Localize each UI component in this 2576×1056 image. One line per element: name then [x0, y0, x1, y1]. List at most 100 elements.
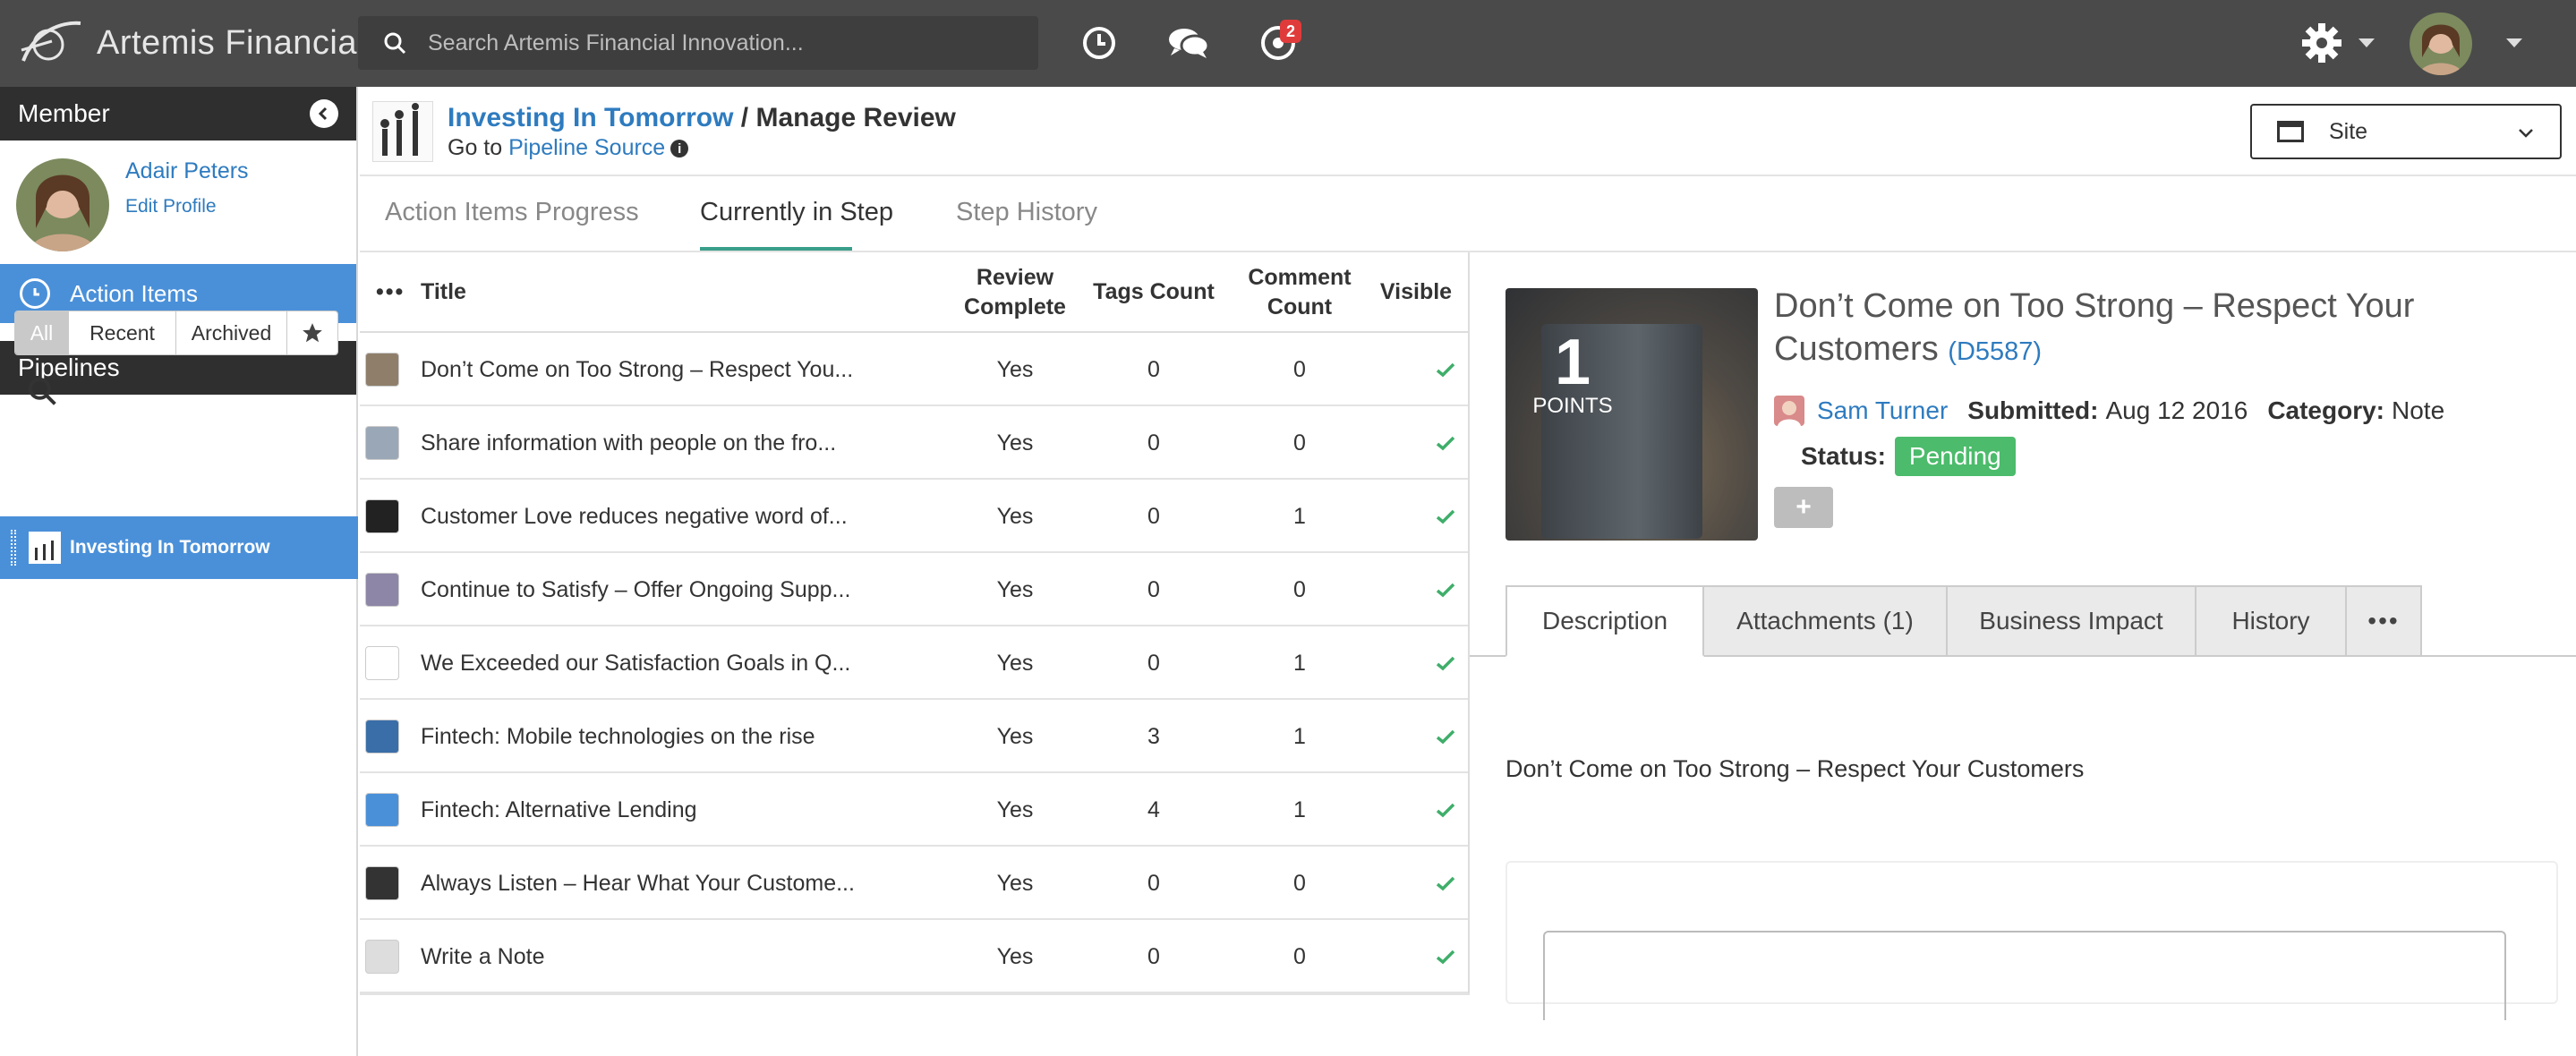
table-row[interactable]: Fintech: Mobile technologies on the rise… — [360, 700, 1470, 773]
row-tags-count: 3 — [1147, 723, 1160, 749]
row-title[interactable]: We Exceeded our Satisfaction Goals in Q.… — [421, 626, 850, 700]
tab-attachments[interactable]: Attachments (1) — [1704, 585, 1948, 657]
top-bar: Artemis Financial 2 — [0, 0, 2576, 87]
row-title[interactable]: Fintech: Mobile technologies on the rise — [421, 700, 815, 773]
column-visible[interactable]: Visible — [1371, 277, 1461, 307]
table-row[interactable]: Continue to Satisfy – Offer Ongoing Supp… — [360, 553, 1470, 626]
comment-input[interactable] — [1543, 931, 2506, 1020]
info-icon[interactable]: i — [670, 140, 689, 158]
items-table: ••• Title Review Complete Tags Count Com… — [360, 252, 1470, 993]
user-menu-caret[interactable] — [2506, 38, 2522, 47]
logo-swoosh-icon — [21, 21, 81, 62]
row-tags-count: 4 — [1147, 796, 1160, 822]
pipeline-source-link[interactable]: Pipeline Source — [508, 135, 665, 160]
site-select[interactable]: Site — [2250, 104, 2562, 159]
tab-description[interactable]: Description — [1506, 585, 1704, 657]
item-title: Don’t Come on Too Strong – Respect Your … — [1774, 285, 2544, 373]
table-row[interactable]: Share information with people on the fro… — [360, 406, 1470, 480]
check-icon — [1416, 553, 1461, 626]
search-icon[interactable] — [27, 376, 57, 411]
tab-history[interactable]: History — [2196, 585, 2347, 657]
row-title[interactable]: Write a Note — [421, 920, 544, 993]
column-options-icon[interactable]: ••• — [376, 277, 405, 307]
tab-step-history[interactable]: Step History — [956, 198, 1097, 227]
category-value: Note — [2392, 396, 2445, 424]
edit-profile-link[interactable]: Edit Profile — [125, 196, 217, 217]
row-title[interactable]: Don’t Come on Too Strong – Respect You..… — [421, 333, 853, 406]
tab-action-items-progress[interactable]: Action Items Progress — [385, 198, 639, 227]
row-title[interactable]: Continue to Satisfy – Offer Ongoing Supp… — [421, 553, 850, 626]
gear-menu-caret[interactable] — [2358, 38, 2375, 47]
search-icon — [384, 32, 406, 55]
star-icon[interactable] — [287, 311, 337, 354]
user-avatar[interactable] — [2410, 13, 2472, 75]
table-row[interactable]: Write a Note Yes 0 0 — [360, 920, 1470, 993]
row-review-complete: Yes — [996, 650, 1034, 676]
item-code-link[interactable]: D5587 — [1957, 337, 2033, 366]
page-title: Manage Review — [755, 103, 956, 132]
row-title[interactable]: Fintech: Alternative Lending — [421, 773, 697, 847]
window-icon — [2277, 121, 2304, 142]
breadcrumb-pipeline-link[interactable]: Investing In Tomorrow — [448, 103, 733, 132]
column-title[interactable]: Title — [421, 277, 466, 307]
row-thumbnail — [365, 720, 399, 754]
logo[interactable]: Artemis Financial — [16, 14, 365, 72]
check-icon — [1416, 920, 1461, 993]
row-title[interactable]: Share information with people on the fro… — [421, 406, 836, 480]
table-row[interactable]: We Exceeded our Satisfaction Goals in Q.… — [360, 626, 1470, 700]
table-row[interactable]: Don’t Come on Too Strong – Respect You..… — [360, 333, 1470, 406]
row-thumbnail — [365, 426, 399, 460]
filter-all[interactable]: All — [15, 311, 69, 354]
collapse-icon[interactable] — [310, 99, 338, 128]
table-row[interactable]: Always Listen – Hear What Your Custome..… — [360, 847, 1470, 920]
row-review-complete: Yes — [996, 870, 1034, 896]
row-thumbnail — [365, 940, 399, 974]
check-icon — [1416, 700, 1461, 773]
column-review-complete[interactable]: Review Complete — [952, 263, 1078, 322]
column-review-complete-line2: Complete — [964, 294, 1066, 319]
check-icon — [1416, 847, 1461, 920]
column-comment-count[interactable]: Comment Count — [1237, 263, 1362, 322]
tab-more-options[interactable]: ••• — [2347, 585, 2422, 657]
author-link[interactable]: Sam Turner — [1817, 396, 1948, 425]
column-tags-count[interactable]: Tags Count — [1087, 277, 1221, 307]
chat-icon[interactable] — [1165, 20, 1212, 66]
comment-panel — [1506, 861, 2558, 1020]
row-comment-count: 1 — [1293, 650, 1306, 676]
row-title[interactable]: Always Listen – Hear What Your Custome..… — [421, 847, 855, 920]
member-header-label: Member — [18, 99, 110, 127]
row-review-complete: Yes — [996, 356, 1034, 382]
filter-recent[interactable]: Recent — [69, 311, 176, 354]
column-comment-count-line1: Comment — [1248, 265, 1352, 290]
category-label: Category: — [2267, 396, 2385, 424]
search-input[interactable] — [428, 30, 1001, 56]
row-comment-count: 0 — [1293, 943, 1306, 969]
check-icon — [1416, 773, 1461, 847]
tab-business-impact[interactable]: Business Impact — [1948, 585, 2196, 657]
table-bottom-border — [360, 993, 1470, 995]
check-icon — [1416, 333, 1461, 406]
item-image[interactable]: 1 POINTS — [1506, 288, 1758, 541]
tab-currently-in-step[interactable]: Currently in Step — [700, 198, 893, 227]
search-bar[interactable] — [358, 16, 1038, 70]
table-row[interactable]: Customer Love reduces negative word of..… — [360, 480, 1470, 553]
author-avatar[interactable] — [1774, 396, 1804, 426]
clock-icon[interactable] — [1076, 20, 1122, 66]
breadcrumb: Investing In Tomorrow / Manage Review — [448, 103, 956, 133]
filter-archived[interactable]: Archived — [176, 311, 287, 354]
sidebar-item-investing-in-tomorrow[interactable]: Investing In Tomorrow — [0, 516, 358, 579]
site-select-value: Site — [2329, 118, 2368, 144]
row-tags-count: 0 — [1147, 356, 1160, 382]
gear-icon[interactable] — [2299, 20, 2345, 66]
drag-handle[interactable] — [11, 530, 16, 566]
row-title[interactable]: Customer Love reduces negative word of..… — [421, 480, 848, 553]
row-review-complete: Yes — [996, 503, 1034, 529]
notification-icon[interactable]: 2 — [1255, 20, 1301, 66]
row-comment-count: 0 — [1293, 356, 1306, 382]
member-name[interactable]: Adair Peters — [125, 158, 249, 184]
add-button[interactable]: + — [1774, 487, 1833, 528]
pipeline-item-label: Investing In Tomorrow — [70, 537, 270, 558]
table-row[interactable]: Fintech: Alternative Lending Yes 4 1 — [360, 773, 1470, 847]
avatar[interactable] — [16, 158, 109, 251]
table-header: ••• Title Review Complete Tags Count Com… — [360, 252, 1470, 333]
